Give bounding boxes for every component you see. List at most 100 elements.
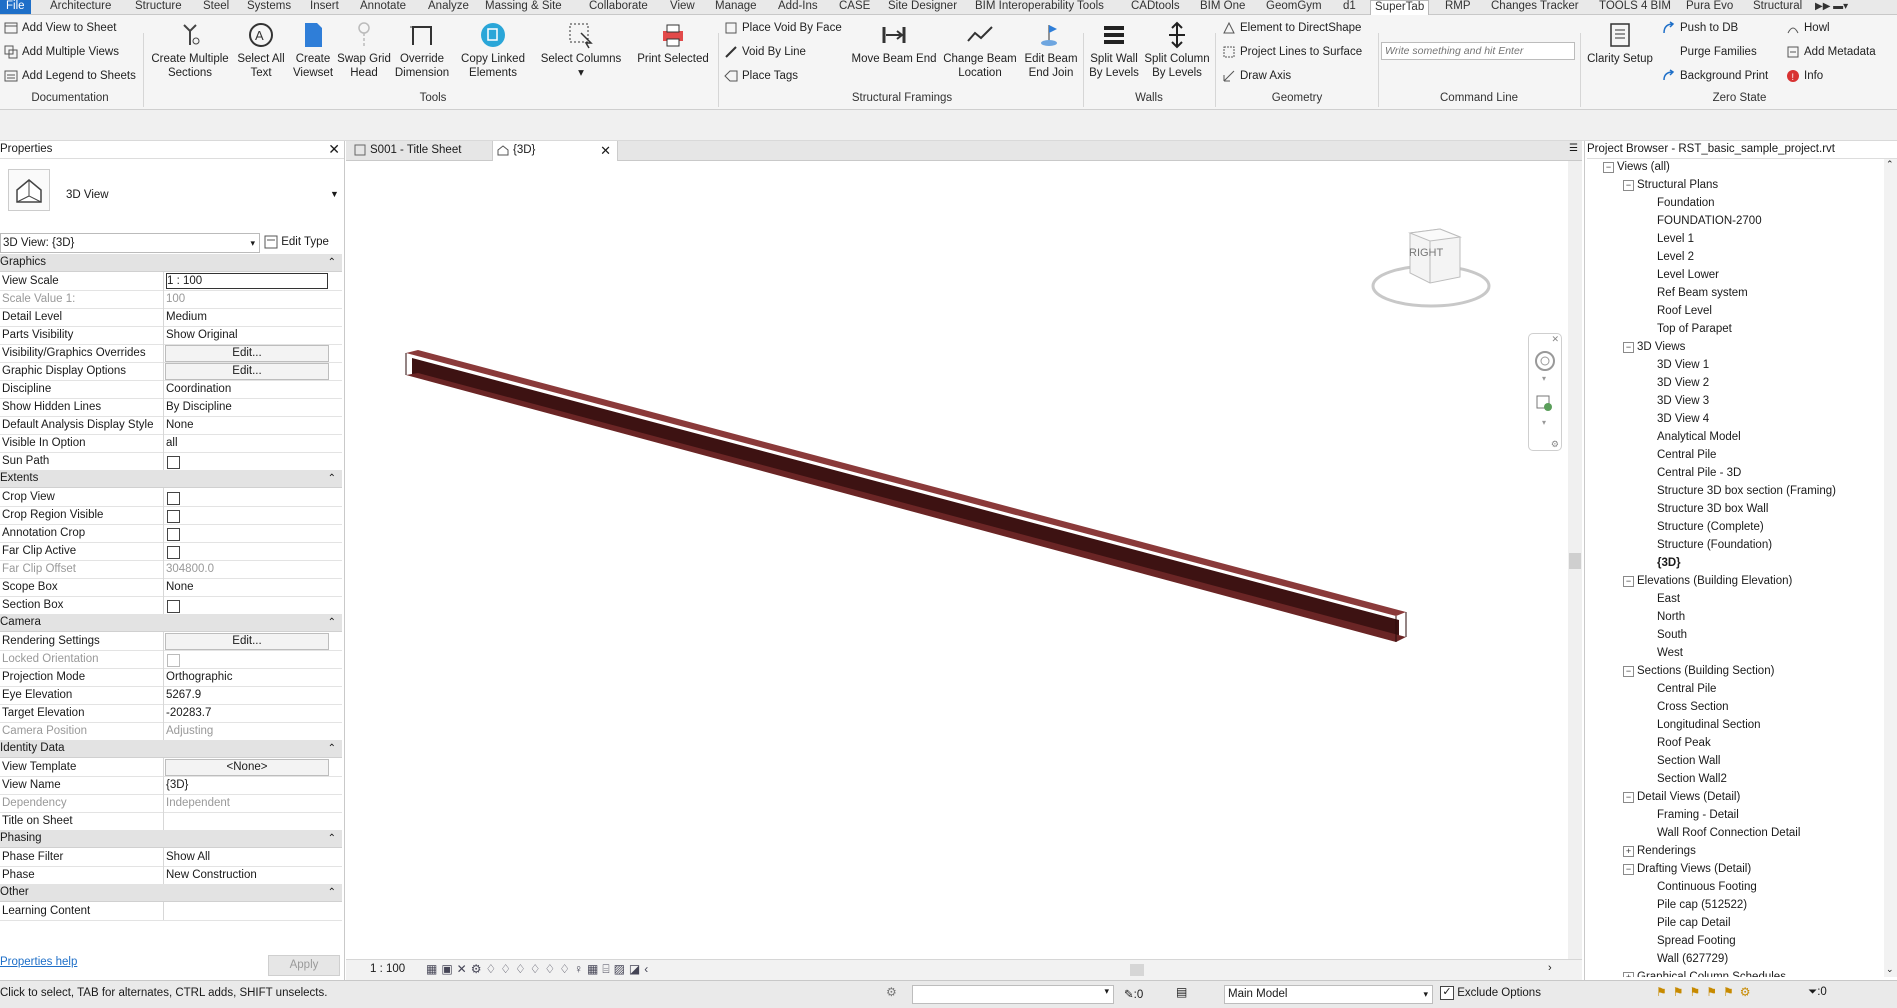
browser-item[interactable]: Section Wall2 bbox=[1657, 771, 1727, 787]
section-box-checkbox[interactable] bbox=[167, 600, 180, 613]
browser-item[interactable]: Structure (Complete) bbox=[1657, 519, 1764, 535]
scroll-up-icon[interactable]: ⌃ bbox=[1886, 159, 1894, 170]
tab-structural[interactable]: Structural bbox=[1753, 0, 1802, 14]
browser-item[interactable]: 3D Views bbox=[1637, 339, 1685, 355]
view-cube-face[interactable]: RIGHT bbox=[1409, 247, 1443, 259]
browser-item[interactable]: 3D View 3 bbox=[1657, 393, 1709, 409]
browser-item[interactable]: Sections (Building Section) bbox=[1637, 663, 1774, 679]
section-camera[interactable]: Camera ⌃ bbox=[0, 614, 342, 632]
background-print-button[interactable]: Background Print bbox=[1662, 67, 1768, 85]
prop-title-on-sheet[interactable]: Title on Sheet bbox=[0, 812, 342, 831]
tab-tools-4-bim[interactable]: TOOLS 4 BIM bbox=[1599, 0, 1671, 14]
tab-massing-site[interactable]: Massing & Site bbox=[485, 0, 562, 14]
chevron-down-icon[interactable]: ▾ bbox=[1542, 374, 1546, 383]
horizontal-scroll-thumb[interactable] bbox=[1130, 964, 1144, 976]
prop-target-elevation[interactable]: Target Elevation -20283.7 bbox=[0, 704, 342, 723]
prop-detail-level[interactable]: Detail Level Medium bbox=[0, 308, 342, 327]
more-tabs-icon[interactable]: ▶▶ ▬▾ bbox=[1815, 0, 1848, 14]
section-extents[interactable]: Extents ⌃ bbox=[0, 470, 342, 488]
collapse-icon[interactable]: − bbox=[1623, 792, 1634, 803]
graphic-display-edit-button[interactable]: Edit... bbox=[165, 363, 329, 380]
change-beam-location-button[interactable]: Change Beam Location bbox=[940, 21, 1020, 80]
tab-systems[interactable]: Systems bbox=[247, 0, 291, 14]
close-icon[interactable]: ✕ bbox=[328, 141, 340, 158]
selection-toggle-icons[interactable]: ⚑⚑⚑⚑⚑⚙ bbox=[1656, 985, 1757, 999]
draw-axis-button[interactable]: Draw Axis bbox=[1222, 67, 1291, 85]
select-columns-button[interactable]: Select Columns ▾ bbox=[534, 21, 628, 80]
browser-item[interactable]: Pile cap Detail bbox=[1657, 915, 1731, 931]
browser-item[interactable]: Wall Roof Connection Detail bbox=[1657, 825, 1800, 841]
collapse-icon[interactable]: − bbox=[1623, 576, 1634, 587]
view-controls-icons[interactable]: ▦▣✕⚙♢♢♢♢♢♢♀▦⌸▨◪‹ bbox=[426, 962, 652, 977]
add-view-to-sheet-button[interactable]: Add View to Sheet bbox=[4, 19, 116, 37]
edit-beam-end-join-button[interactable]: Edit Beam End Join bbox=[1020, 21, 1082, 80]
prop-phase-filter[interactable]: Phase Filter Show All bbox=[0, 848, 342, 867]
purge-families-button[interactable]: Purge Families bbox=[1680, 43, 1757, 61]
tab-case[interactable]: CASE bbox=[839, 0, 870, 14]
browser-item[interactable]: Analytical Model bbox=[1657, 429, 1741, 445]
tab-rmp[interactable]: RMP bbox=[1445, 0, 1471, 14]
annotation-crop-checkbox[interactable] bbox=[167, 528, 180, 541]
split-column-by-levels-button[interactable]: Split Column By Levels bbox=[1142, 21, 1212, 80]
prop-phase[interactable]: Phase New Construction bbox=[0, 866, 342, 885]
properties-help-link[interactable]: Properties help bbox=[0, 956, 77, 968]
push-to-db-button[interactable]: Push to DB bbox=[1662, 19, 1738, 37]
browser-item[interactable]: Renderings bbox=[1637, 843, 1696, 859]
tab-steel[interactable]: Steel bbox=[203, 0, 229, 14]
tab-pura-evo[interactable]: Pura Evo bbox=[1686, 0, 1733, 14]
tab-manage[interactable]: Manage bbox=[715, 0, 757, 14]
tab-supertab[interactable]: SuperTab bbox=[1370, 0, 1430, 15]
expand-icon[interactable]: + bbox=[1623, 846, 1634, 857]
prop-view-name[interactable]: View Name {3D} bbox=[0, 776, 342, 795]
chevron-down-icon[interactable]: ▾ bbox=[1542, 418, 1546, 427]
browser-item[interactable]: Framing - Detail bbox=[1657, 807, 1739, 823]
vertical-scrollbar[interactable] bbox=[1568, 161, 1582, 959]
prop-view-scale[interactable]: View Scale 1 : 100 bbox=[0, 272, 342, 291]
collapse-icon[interactable]: − bbox=[1623, 342, 1634, 353]
add-metadata-button[interactable]: Add Metadata bbox=[1786, 43, 1876, 61]
browser-item[interactable]: Longitudinal Section bbox=[1657, 717, 1761, 733]
tab-bim-interoperability[interactable]: BIM Interoperability Tools bbox=[975, 0, 1104, 14]
tab-analyze[interactable]: Analyze bbox=[428, 0, 469, 14]
tab-file[interactable]: File bbox=[0, 0, 31, 14]
browser-item[interactable]: West bbox=[1657, 645, 1683, 661]
browser-item[interactable]: Top of Parapet bbox=[1657, 321, 1732, 337]
exclude-options-toggle[interactable]: ✓ Exclude Options bbox=[1440, 986, 1541, 1003]
section-phasing[interactable]: Phasing ⌃ bbox=[0, 830, 342, 848]
drawing-canvas[interactable]: RIGHT ✕ ▾ ▾ ⚙ bbox=[346, 161, 1582, 959]
prop-scope-box[interactable]: Scope Box None bbox=[0, 578, 342, 597]
browser-item[interactable]: Structure 3D box section (Framing) bbox=[1657, 483, 1836, 499]
browser-item[interactable]: Roof Peak bbox=[1657, 735, 1711, 751]
browser-item[interactable]: Central Pile - 3D bbox=[1657, 465, 1741, 481]
close-icon[interactable]: ✕ bbox=[1551, 334, 1559, 345]
override-dimension-button[interactable]: Override Dimension bbox=[392, 21, 452, 80]
browser-scrollbar[interactable]: ⌃ ⌄ bbox=[1884, 159, 1897, 977]
tab-d1[interactable]: d1 bbox=[1343, 0, 1356, 14]
section-identity-data[interactable]: Identity Data ⌃ bbox=[0, 740, 342, 758]
collapse-icon[interactable]: − bbox=[1623, 666, 1634, 677]
browser-item[interactable]: Pile cap (512522) bbox=[1657, 897, 1747, 913]
info-button[interactable]: ! Info bbox=[1786, 67, 1823, 85]
prop-analysis-style[interactable]: Default Analysis Display Style None bbox=[0, 416, 342, 435]
howl-button[interactable]: Howl bbox=[1786, 19, 1830, 37]
close-tab-icon[interactable]: ✕ bbox=[600, 141, 611, 160]
view-scale-control[interactable]: 1 : 100 bbox=[370, 963, 405, 975]
tab-title-sheet[interactable]: S001 - Title Sheet bbox=[350, 141, 490, 160]
print-selected-button[interactable]: Print Selected bbox=[630, 21, 716, 66]
tab-cadtools[interactable]: CADtools bbox=[1131, 0, 1180, 14]
zoom-icon[interactable] bbox=[1535, 394, 1555, 414]
crop-view-checkbox[interactable] bbox=[167, 492, 180, 505]
apply-button[interactable]: Apply bbox=[268, 955, 340, 976]
tab-geomgym[interactable]: GeomGym bbox=[1266, 0, 1322, 14]
view-template-button[interactable]: <None> bbox=[165, 759, 329, 776]
browser-item[interactable]: FOUNDATION-2700 bbox=[1657, 213, 1762, 229]
browser-item[interactable]: South bbox=[1657, 627, 1687, 643]
place-void-by-face-button[interactable]: Place Void By Face bbox=[724, 19, 842, 37]
create-multiple-sections-button[interactable]: Create Multiple Sections bbox=[148, 21, 232, 80]
section-other[interactable]: Other ⌃ bbox=[0, 884, 342, 902]
collapse-icon[interactable]: − bbox=[1623, 180, 1634, 191]
rendering-edit-button[interactable]: Edit... bbox=[165, 633, 329, 650]
prop-projection-mode[interactable]: Projection Mode Orthographic bbox=[0, 668, 342, 687]
worksharing-icon[interactable]: ⚙ bbox=[886, 985, 897, 999]
tab-collaborate[interactable]: Collaborate bbox=[589, 0, 648, 14]
